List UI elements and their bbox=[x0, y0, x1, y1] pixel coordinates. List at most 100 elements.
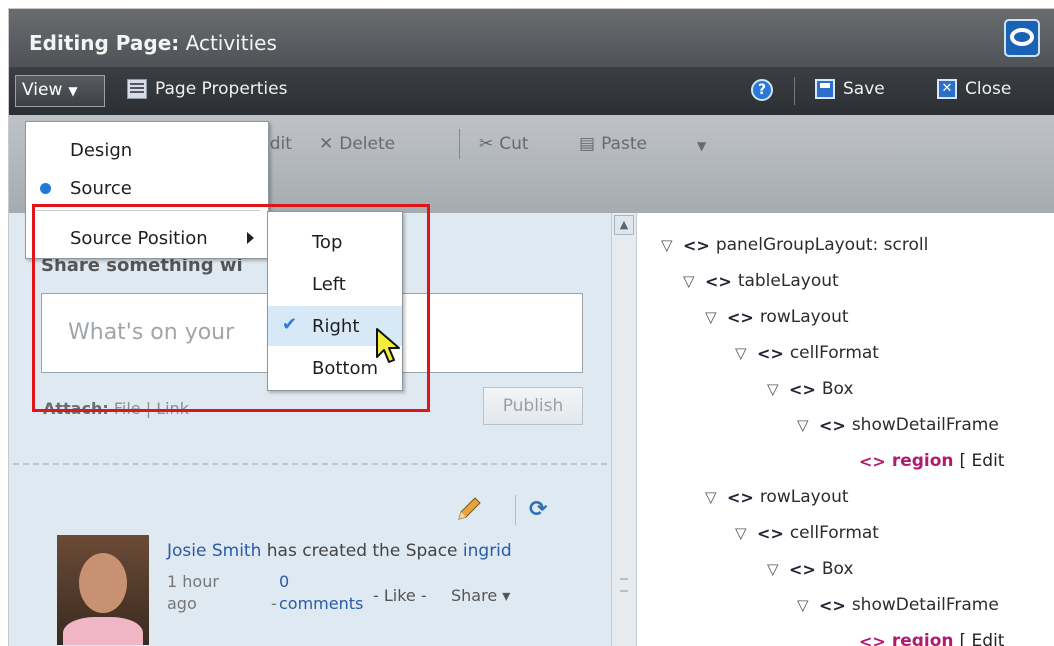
page-properties-icon bbox=[127, 79, 147, 99]
tree-node[interactable]: ▽ <> rowLayout bbox=[705, 307, 849, 327]
comments-count: 0 bbox=[279, 572, 290, 591]
like-link[interactable]: - Like - bbox=[373, 585, 427, 607]
radio-selected-icon bbox=[40, 183, 51, 194]
attach-label: Attach: bbox=[43, 399, 109, 418]
share-menu[interactable]: Share ▾ bbox=[451, 585, 510, 607]
save-button[interactable]: Save bbox=[815, 79, 885, 99]
region-icon: <> bbox=[859, 631, 886, 646]
publish-button[interactable]: Publish bbox=[483, 387, 583, 425]
chevron-down-icon: ▼ bbox=[68, 84, 78, 98]
clipboard-icon: ▤ bbox=[579, 134, 596, 154]
submenu-arrow-icon bbox=[247, 232, 254, 244]
cut-button[interactable]: ✂ Cut bbox=[479, 134, 529, 154]
scissors-icon: ✂ bbox=[479, 134, 494, 154]
delete-label: Delete bbox=[339, 134, 396, 154]
tree-node[interactable]: ▽ <> showDetailFrame bbox=[797, 595, 999, 615]
component-tag-icon: <> bbox=[727, 307, 754, 327]
view-menu-button[interactable]: View ▼ bbox=[15, 75, 105, 107]
edit-toolbar-separator bbox=[459, 129, 460, 159]
title-bar: Editing Page: Activities bbox=[9, 9, 1054, 67]
close-label: Close bbox=[965, 79, 1012, 99]
close-button[interactable]: ✕ Close bbox=[937, 79, 1011, 99]
attach-links: Attach: File | Link bbox=[43, 399, 189, 418]
tree-node[interactable]: ▽ <> tableLayout bbox=[683, 271, 839, 291]
submenu-item-label: Right bbox=[312, 315, 360, 337]
refresh-icon[interactable]: ⟳ bbox=[529, 497, 555, 523]
tree-node[interactable]: ▽ <> panelGroupLayout: scroll bbox=[661, 235, 928, 255]
activity-user-link[interactable]: Josie Smith bbox=[167, 541, 261, 561]
tree-node-region[interactable]: <> region[ Edit bbox=[859, 631, 1004, 646]
pane-scrollbar[interactable]: ▲ bbox=[611, 213, 637, 646]
tree-node[interactable]: ▽ <> Box bbox=[767, 559, 853, 579]
component-tag-icon: <> bbox=[819, 415, 846, 435]
pencil-icon[interactable] bbox=[453, 495, 483, 525]
activity-item: ⟳ Josie Smith has created the Space ingr… bbox=[13, 469, 607, 646]
menu-item-source-position[interactable]: Source Position bbox=[26, 220, 268, 256]
expand-triangle-icon[interactable]: ▽ bbox=[767, 380, 783, 398]
menu-item-source[interactable]: Source bbox=[26, 170, 268, 206]
expand-triangle-icon[interactable]: ▽ bbox=[683, 272, 699, 290]
expand-triangle-icon[interactable]: ▽ bbox=[735, 344, 751, 362]
avatar[interactable] bbox=[57, 535, 149, 645]
expand-triangle-icon[interactable]: ▽ bbox=[705, 488, 721, 506]
menu-item-label: Source Position bbox=[70, 227, 208, 249]
help-icon: ? bbox=[751, 79, 773, 101]
meta-dash: - bbox=[271, 594, 277, 613]
tree-node-label: cellFormat bbox=[789, 343, 879, 363]
tree-node-label: Box bbox=[821, 379, 854, 399]
share-label: Share bbox=[451, 586, 498, 605]
splitter-grip[interactable] bbox=[620, 578, 628, 592]
tree-node[interactable]: ▽ <> rowLayout bbox=[705, 487, 849, 507]
expand-triangle-icon[interactable]: ▽ bbox=[705, 308, 721, 326]
expand-triangle-icon[interactable]: ▽ bbox=[735, 524, 751, 542]
component-tag-icon: <> bbox=[789, 559, 816, 579]
menu-item-label: Source bbox=[70, 177, 132, 199]
delete-button[interactable]: ✕ Delete bbox=[319, 134, 395, 154]
pointer-cursor-icon bbox=[376, 328, 400, 363]
menu-separator bbox=[36, 210, 260, 211]
activity-space-link[interactable]: ingrid bbox=[463, 541, 512, 561]
submenu-item-left[interactable]: Left bbox=[268, 264, 402, 304]
expand-triangle-icon[interactable]: ▽ bbox=[797, 416, 813, 434]
tree-node-label: showDetailFrame bbox=[851, 595, 999, 615]
expand-triangle-icon[interactable]: ▽ bbox=[661, 236, 677, 254]
share-placeholder: What's on your bbox=[68, 320, 235, 345]
comments-link[interactable]: 0 comments bbox=[279, 571, 369, 615]
tree-node-label: rowLayout bbox=[759, 307, 849, 327]
tree-node[interactable]: ▽ <> showDetailFrame bbox=[797, 415, 999, 435]
paste-button[interactable]: ▤ Paste bbox=[579, 134, 647, 154]
delete-icon: ✕ bbox=[319, 134, 334, 154]
component-tag-icon: <> bbox=[819, 595, 846, 615]
tree-node-region[interactable]: <> region[ Edit bbox=[859, 451, 1004, 471]
tree-node-label: tableLayout bbox=[737, 271, 839, 291]
submenu-item-label: Bottom bbox=[312, 357, 379, 379]
component-tag-icon: <> bbox=[705, 271, 732, 291]
source-tree: ▽ <> panelGroupLayout: scroll ▽ <> tableLayo… bbox=[637, 213, 1054, 646]
close-icon: ✕ bbox=[937, 79, 957, 99]
menu-item-label: Design bbox=[70, 139, 133, 161]
submenu-item-top[interactable]: Top bbox=[268, 222, 402, 262]
component-tag-icon: <> bbox=[683, 235, 710, 255]
menu-item-design[interactable]: Design bbox=[26, 132, 268, 168]
tree-node-label: rowLayout bbox=[759, 487, 849, 507]
attach-file-link[interactable]: File bbox=[114, 399, 141, 418]
page-title: Editing Page: Activities bbox=[29, 31, 277, 55]
submenu-item-label: Left bbox=[312, 273, 346, 295]
region-icon: <> bbox=[859, 451, 886, 471]
scroll-up-icon[interactable]: ▲ bbox=[614, 215, 634, 235]
tree-node[interactable]: ▽ <> Box bbox=[767, 379, 853, 399]
title-label: Editing Page: bbox=[29, 31, 180, 55]
page-properties-button[interactable]: Page Properties bbox=[127, 79, 287, 99]
paste-dropdown-chevron-icon[interactable]: ▼ bbox=[697, 139, 706, 153]
expand-triangle-icon[interactable]: ▽ bbox=[797, 596, 813, 614]
oracle-logo-icon bbox=[1004, 19, 1040, 57]
region-edit-link[interactable]: [ Edit bbox=[960, 451, 1005, 471]
expand-triangle-icon[interactable]: ▽ bbox=[767, 560, 783, 578]
attach-link-link[interactable]: Link bbox=[156, 399, 189, 418]
region-edit-link[interactable]: [ Edit bbox=[960, 631, 1005, 646]
tree-node[interactable]: ▽ <> cellFormat bbox=[735, 523, 879, 543]
tree-node-label: cellFormat bbox=[789, 523, 879, 543]
component-tag-icon: <> bbox=[727, 487, 754, 507]
help-button[interactable]: ? bbox=[751, 79, 773, 101]
tree-node[interactable]: ▽ <> cellFormat bbox=[735, 343, 879, 363]
